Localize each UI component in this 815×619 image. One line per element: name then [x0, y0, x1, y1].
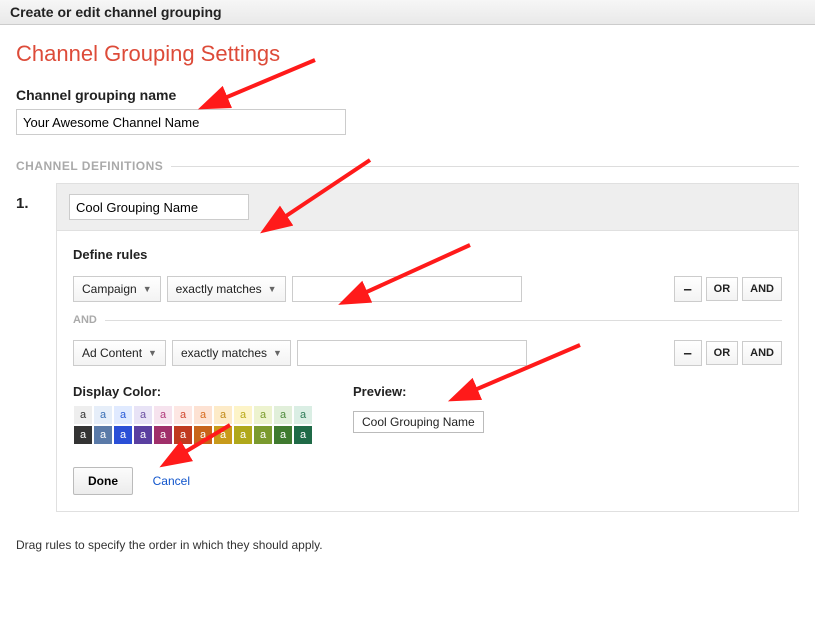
- rule2-value-input[interactable]: [297, 340, 527, 366]
- color-swatch[interactable]: a: [174, 406, 192, 424]
- rule1-match-value: exactly matches: [176, 282, 262, 296]
- definition-index: 1.: [16, 183, 56, 512]
- chevron-down-icon: ▼: [273, 348, 282, 358]
- preview-label: Preview:: [353, 384, 484, 399]
- grouping-name-input[interactable]: [16, 109, 346, 135]
- cancel-link[interactable]: Cancel: [153, 474, 190, 488]
- rule1-value-input[interactable]: [292, 276, 522, 302]
- preview-box: Cool Grouping Name: [353, 411, 484, 433]
- channel-definitions-label: CHANNEL DEFINITIONS: [16, 159, 163, 173]
- color-swatch[interactable]: a: [154, 406, 172, 424]
- channel-definitions-header: CHANNEL DEFINITIONS: [16, 159, 799, 173]
- definition-name-input[interactable]: [69, 194, 249, 220]
- definition-header: [57, 184, 798, 231]
- color-swatch[interactable]: a: [74, 406, 92, 424]
- page-title: Channel Grouping Settings: [16, 41, 799, 67]
- chevron-down-icon: ▼: [143, 284, 152, 294]
- done-button[interactable]: Done: [73, 467, 133, 495]
- rule1-match-select[interactable]: exactly matches ▼: [167, 276, 286, 302]
- color-swatch[interactable]: a: [134, 426, 152, 444]
- rule2-match-select[interactable]: exactly matches ▼: [172, 340, 291, 366]
- rule1-dimension-select[interactable]: Campaign ▼: [73, 276, 161, 302]
- definition-block: 1. Define rules Campaign ▼ exactly match…: [16, 183, 799, 512]
- color-swatch[interactable]: a: [294, 406, 312, 424]
- color-swatch[interactable]: a: [94, 426, 112, 444]
- color-swatch[interactable]: a: [134, 406, 152, 424]
- divider: [105, 320, 782, 321]
- color-swatch[interactable]: a: [194, 426, 212, 444]
- define-rules-label: Define rules: [73, 247, 782, 262]
- rule2-dimension-value: Ad Content: [82, 346, 142, 360]
- color-swatch[interactable]: a: [74, 426, 92, 444]
- rule2-dimension-select[interactable]: Ad Content ▼: [73, 340, 166, 366]
- color-swatch[interactable]: a: [294, 426, 312, 444]
- color-swatch[interactable]: a: [194, 406, 212, 424]
- color-swatch-grid: aaaaaaaaaaaa aaaaaaaaaaaa: [73, 405, 313, 445]
- rule1-dimension-value: Campaign: [82, 282, 137, 296]
- color-swatch[interactable]: a: [214, 406, 232, 424]
- color-swatch[interactable]: a: [234, 426, 252, 444]
- and-button[interactable]: AND: [742, 277, 782, 301]
- and-button[interactable]: AND: [742, 341, 782, 365]
- remove-rule-button[interactable]: –: [674, 340, 702, 366]
- rule-row-2: Ad Content ▼ exactly matches ▼ – OR AND: [73, 340, 782, 366]
- display-color-label: Display Color:: [73, 384, 313, 399]
- color-swatch[interactable]: a: [114, 426, 132, 444]
- color-swatch[interactable]: a: [114, 406, 132, 424]
- chevron-down-icon: ▼: [148, 348, 157, 358]
- divider: [171, 166, 799, 167]
- color-swatch[interactable]: a: [274, 406, 292, 424]
- color-swatch[interactable]: a: [214, 426, 232, 444]
- grouping-name-label: Channel grouping name: [16, 87, 799, 103]
- or-button[interactable]: OR: [706, 341, 739, 365]
- rule-and-separator: AND: [73, 314, 782, 326]
- footer-hint: Drag rules to specify the order in which…: [16, 538, 799, 552]
- color-swatch[interactable]: a: [254, 426, 272, 444]
- color-swatch[interactable]: a: [274, 426, 292, 444]
- remove-rule-button[interactable]: –: [674, 276, 702, 302]
- rule2-match-value: exactly matches: [181, 346, 267, 360]
- color-swatch[interactable]: a: [174, 426, 192, 444]
- color-swatch[interactable]: a: [94, 406, 112, 424]
- window-title: Create or edit channel grouping: [10, 4, 222, 20]
- and-label: AND: [73, 314, 97, 326]
- or-button[interactable]: OR: [706, 277, 739, 301]
- color-swatch[interactable]: a: [234, 406, 252, 424]
- color-swatch[interactable]: a: [254, 406, 272, 424]
- color-swatch[interactable]: a: [154, 426, 172, 444]
- rule-row-1: Campaign ▼ exactly matches ▼ – OR AND: [73, 276, 782, 302]
- window-title-bar: Create or edit channel grouping: [0, 0, 815, 25]
- chevron-down-icon: ▼: [268, 284, 277, 294]
